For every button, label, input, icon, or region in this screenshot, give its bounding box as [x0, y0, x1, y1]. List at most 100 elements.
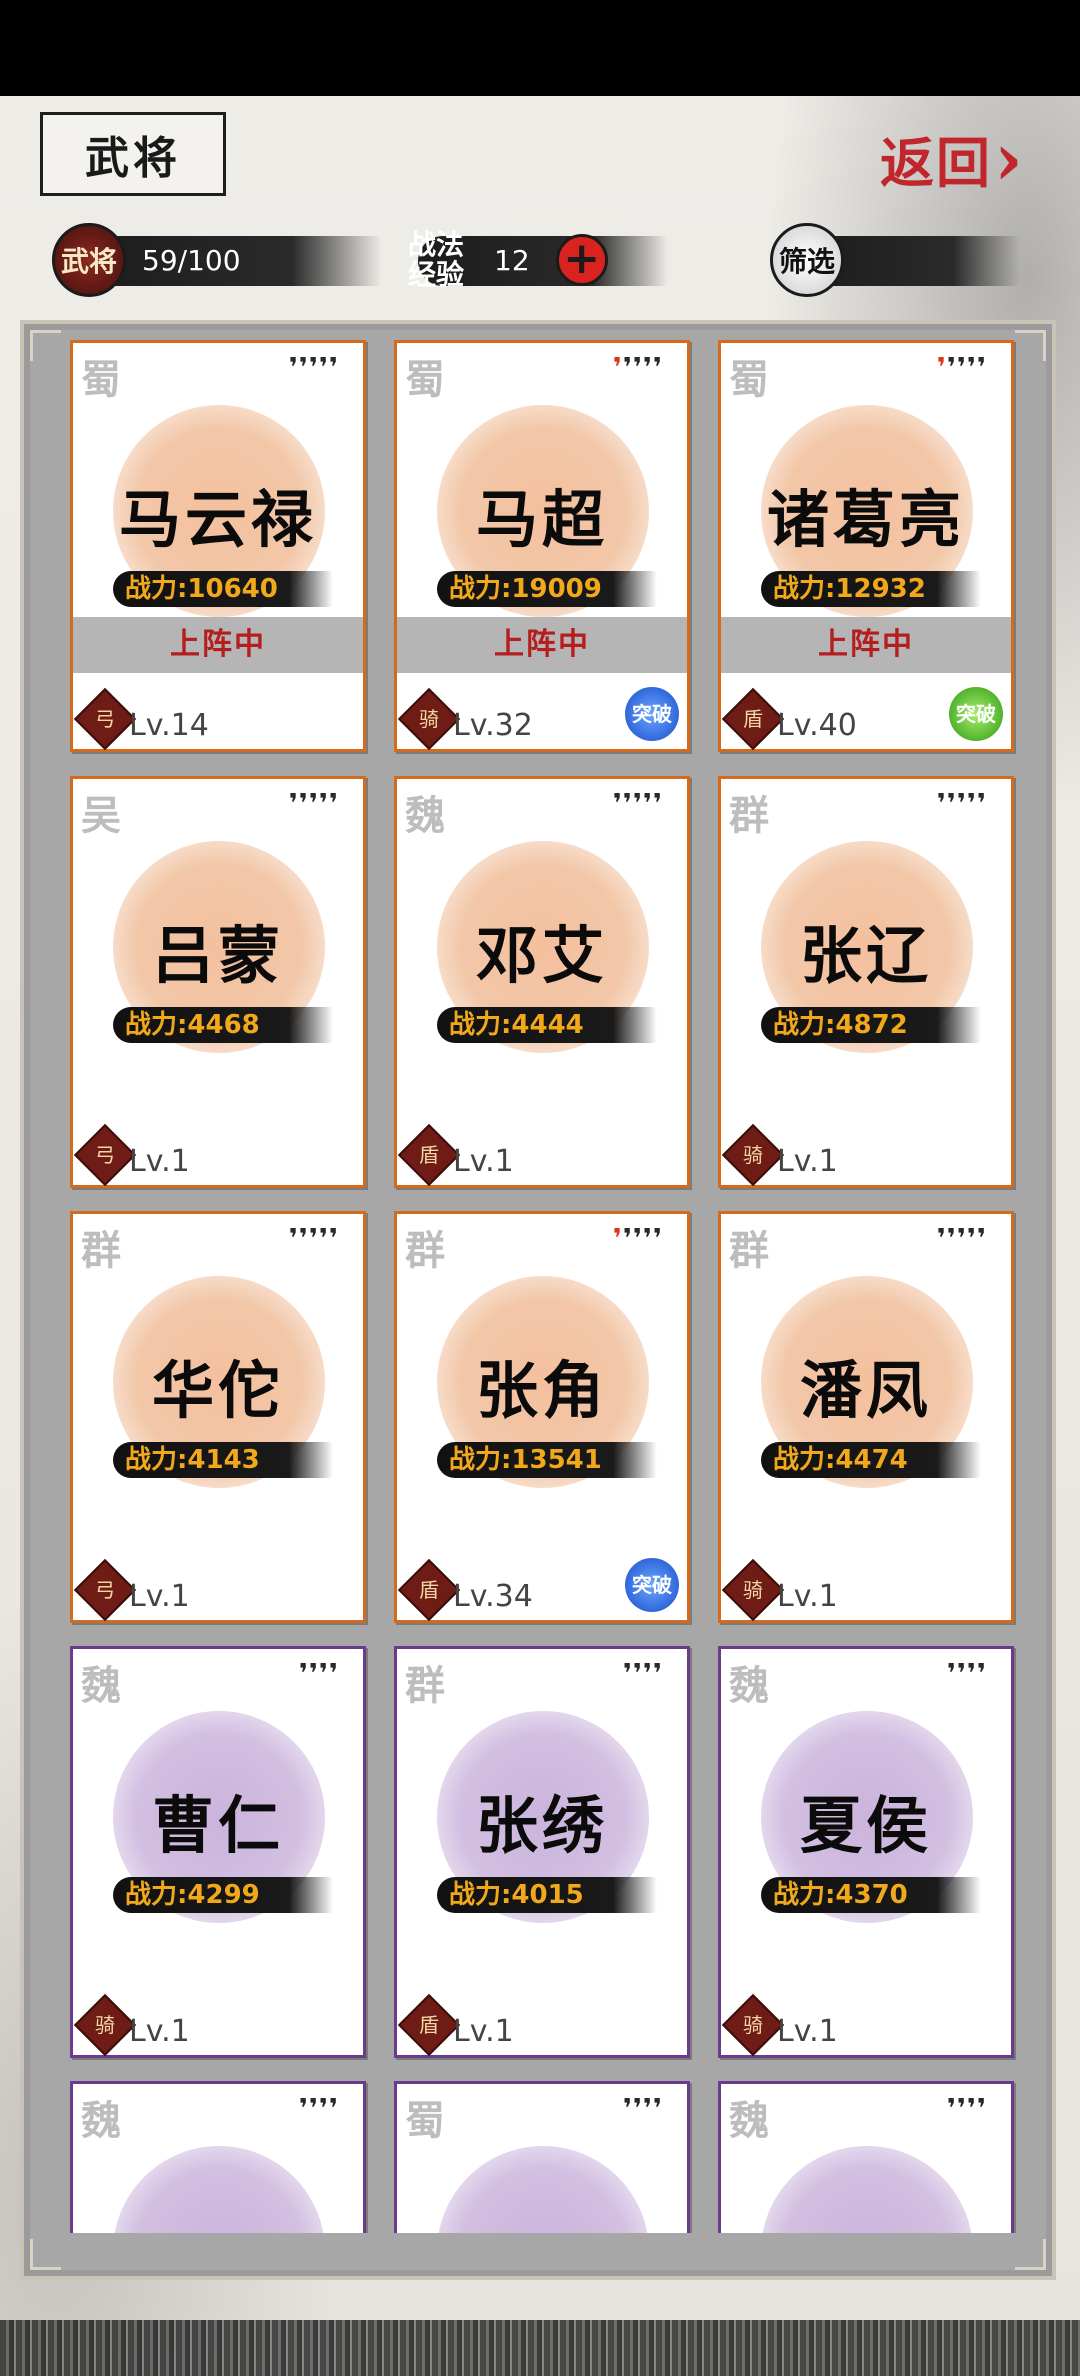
star-rating: ❜❜❜❜❜ [613, 353, 663, 383]
general-name: 曹仁 [151, 1789, 284, 1862]
troop-type-label: 弓 [95, 1143, 115, 1167]
stars: ❜❜❜❜❜ [288, 1224, 339, 1254]
troop-type-label: 骑 [743, 1578, 763, 1602]
troop-type-label: 盾 [419, 1143, 439, 1167]
star-highlight: ❜ [612, 1224, 623, 1254]
troop-type-icon: 盾 [397, 1123, 461, 1187]
generals-badge-label: 武将 [60, 245, 117, 278]
general-card[interactable]: 魏 ❜❜❜❜ [718, 2081, 1014, 2233]
deployed-banner: 上阵中 [721, 617, 1011, 673]
level-label: Lv.1 [777, 1579, 838, 1614]
general-card[interactable]: 蜀 ❜❜❜❜ [394, 2081, 690, 2233]
stars: ❜❜❜❜ [298, 2094, 339, 2124]
tactic-exp-label: 战法 经验 [408, 230, 464, 290]
power-value: 战力:13541 [437, 1442, 657, 1478]
power-value: 战力:4474 [761, 1442, 981, 1478]
stars: ❜❜❜❜ [298, 1659, 339, 1689]
troop-type-label: 盾 [419, 1578, 439, 1602]
general-card[interactable]: 群 ❜❜❜❜❜ 张角 战力:13541 盾 Lv.34 突破 [394, 1211, 690, 1623]
general-name: 潘凤 [799, 1354, 932, 1427]
filter-control[interactable]: 筛选 [770, 222, 1020, 298]
troop-type-icon: 骑 [721, 1558, 785, 1622]
tactic-exp-label-line2: 经验 [408, 258, 465, 291]
general-card[interactable]: 群 ❜❜❜❜ 张绣 战力:4015 盾 Lv.1 [394, 1646, 690, 2058]
star-rating: ❜❜❜❜ [947, 2094, 987, 2124]
stars: ❜❜❜❜ [622, 1659, 663, 1689]
troop-type-icon: 骑 [721, 1993, 785, 2057]
general-name: 诸葛亮 [766, 483, 965, 556]
faction-label: 魏 [81, 2097, 121, 2144]
general-card[interactable]: 魏 ❜❜❜❜ [70, 2081, 366, 2233]
level-label: Lv.1 [777, 1144, 838, 1179]
general-card[interactable]: 蜀 ❜❜❜❜❜ 马超 战力:19009 上阵中骑 Lv.32 突破 [394, 340, 690, 752]
power-value: 战力:19009 [437, 571, 657, 607]
general-card[interactable]: 群 ❜❜❜❜❜ 潘凤战力:4474 骑 Lv.1 [718, 1211, 1014, 1623]
troop-type-icon: 盾 [397, 1993, 461, 2057]
filter-icon[interactable]: 筛选 [770, 223, 844, 297]
tactic-exp-stat: 战法 经验 12 + [408, 222, 678, 298]
general-name: 吕蒙 [151, 919, 284, 992]
power-value: 战力:4468 [113, 1007, 333, 1043]
troop-type-icon: 弓 [73, 1558, 137, 1622]
general-card[interactable]: 蜀 ❜❜❜❜❜ 马云禄 战力:10640 上阵中弓 Lv.14 [70, 340, 366, 752]
ink-splash [761, 2146, 973, 2233]
back-button[interactable]: 返回 › [880, 116, 1070, 201]
general-card[interactable]: 魏 ❜❜❜❜❜ 邓艾 战力:4444 盾 Lv.1 [394, 776, 690, 1188]
stars: ❜❜❜❜ [622, 353, 663, 383]
general-name: 张角 [475, 1354, 608, 1427]
star-rating: ❜❜❜❜❜ [937, 353, 987, 383]
star-rating: ❜❜❜❜ [947, 1659, 987, 1689]
faction-label: 吴 [81, 792, 121, 839]
general-card[interactable]: 吴 ❜❜❜❜❜ 吕蒙战力:4468 弓 Lv.1 [70, 776, 366, 1188]
level-label: Lv.1 [129, 2014, 190, 2049]
faction-label: 蜀 [405, 2097, 445, 2144]
troop-type-label: 骑 [95, 2013, 115, 2037]
troop-type-icon: 骑 [73, 1993, 137, 2057]
star-rating: ❜❜❜❜ [623, 2094, 663, 2124]
troop-type-icon: 骑 [397, 687, 461, 751]
faction-label: 蜀 [729, 356, 769, 403]
general-name: 华佗 [151, 1354, 284, 1427]
faction-label: 群 [729, 1227, 769, 1274]
tactic-exp-label-line1: 战法 [408, 228, 465, 261]
add-exp-button[interactable]: + [555, 234, 608, 286]
general-card[interactable]: 蜀 ❜❜❜❜❜ 诸葛亮 战力:12932 上阵中盾 Lv.40 突破 [718, 340, 1014, 752]
generals-grid[interactable]: 蜀 ❜❜❜❜❜ 马云禄 战力:10640 上阵中弓 Lv.14 蜀 ❜❜❜❜❜ 马超 战力:190… [70, 340, 1020, 2233]
generals-count: 59/100 [142, 243, 241, 277]
stars: ❜❜❜❜ [946, 1659, 987, 1689]
troop-type-label: 骑 [743, 1143, 763, 1167]
panel-corner [30, 330, 61, 361]
status-bar [0, 0, 1080, 96]
level-label: Lv.1 [129, 1144, 190, 1179]
troop-type-label: 骑 [419, 707, 439, 731]
breakthrough-icon: 突破 [949, 687, 1003, 741]
general-card[interactable]: 魏 ❜❜❜❜ 夏侯 战力:4370 骑 Lv.1 [718, 1646, 1014, 2058]
star-rating: ❜❜❜❜ [299, 1659, 339, 1689]
troop-type-icon: 盾 [721, 687, 785, 751]
stars: ❜❜❜❜❜ [936, 789, 987, 819]
stars: ❜❜❜❜❜ [288, 789, 339, 819]
troop-type-icon: 骑 [721, 1123, 785, 1187]
faction-label: 魏 [405, 792, 445, 839]
page-title-text: 武将 [85, 133, 181, 184]
general-name: 张绣 [475, 1789, 608, 1862]
power-value: 战力:4143 [113, 1442, 333, 1478]
general-card[interactable]: 群 ❜❜❜❜❜ 张辽 战力:4872 骑 Lv.1 [718, 776, 1014, 1188]
deployed-banner: 上阵中 [397, 617, 687, 673]
general-card[interactable]: 魏 ❜❜❜❜ 曹仁 战力:4299 骑 Lv.1 [70, 1646, 366, 2058]
breakthrough-icon: 突破 [625, 687, 679, 741]
page-title: 武将 [40, 112, 226, 196]
troop-type-icon: 弓 [73, 1123, 137, 1187]
star-rating: ❜❜❜❜ [299, 2094, 339, 2124]
faction-label: 群 [81, 1227, 121, 1274]
stars: ❜❜❜❜❜ [936, 1224, 987, 1254]
general-name: 马云禄 [118, 483, 317, 556]
general-card[interactable]: 群 ❜❜❜❜❜ 华佗 战力:4143 弓 Lv.1 [70, 1211, 366, 1623]
star-rating: ❜❜❜❜ [623, 1659, 663, 1689]
level-label: Lv.1 [453, 1144, 514, 1179]
star-rating: ❜❜❜❜❜ [937, 1224, 987, 1254]
ink-splash [437, 2146, 649, 2233]
troop-type-label: 弓 [95, 707, 115, 731]
generals-count-stat: 武将 59/100 [52, 222, 382, 298]
power-value: 战力:4299 [113, 1877, 333, 1913]
